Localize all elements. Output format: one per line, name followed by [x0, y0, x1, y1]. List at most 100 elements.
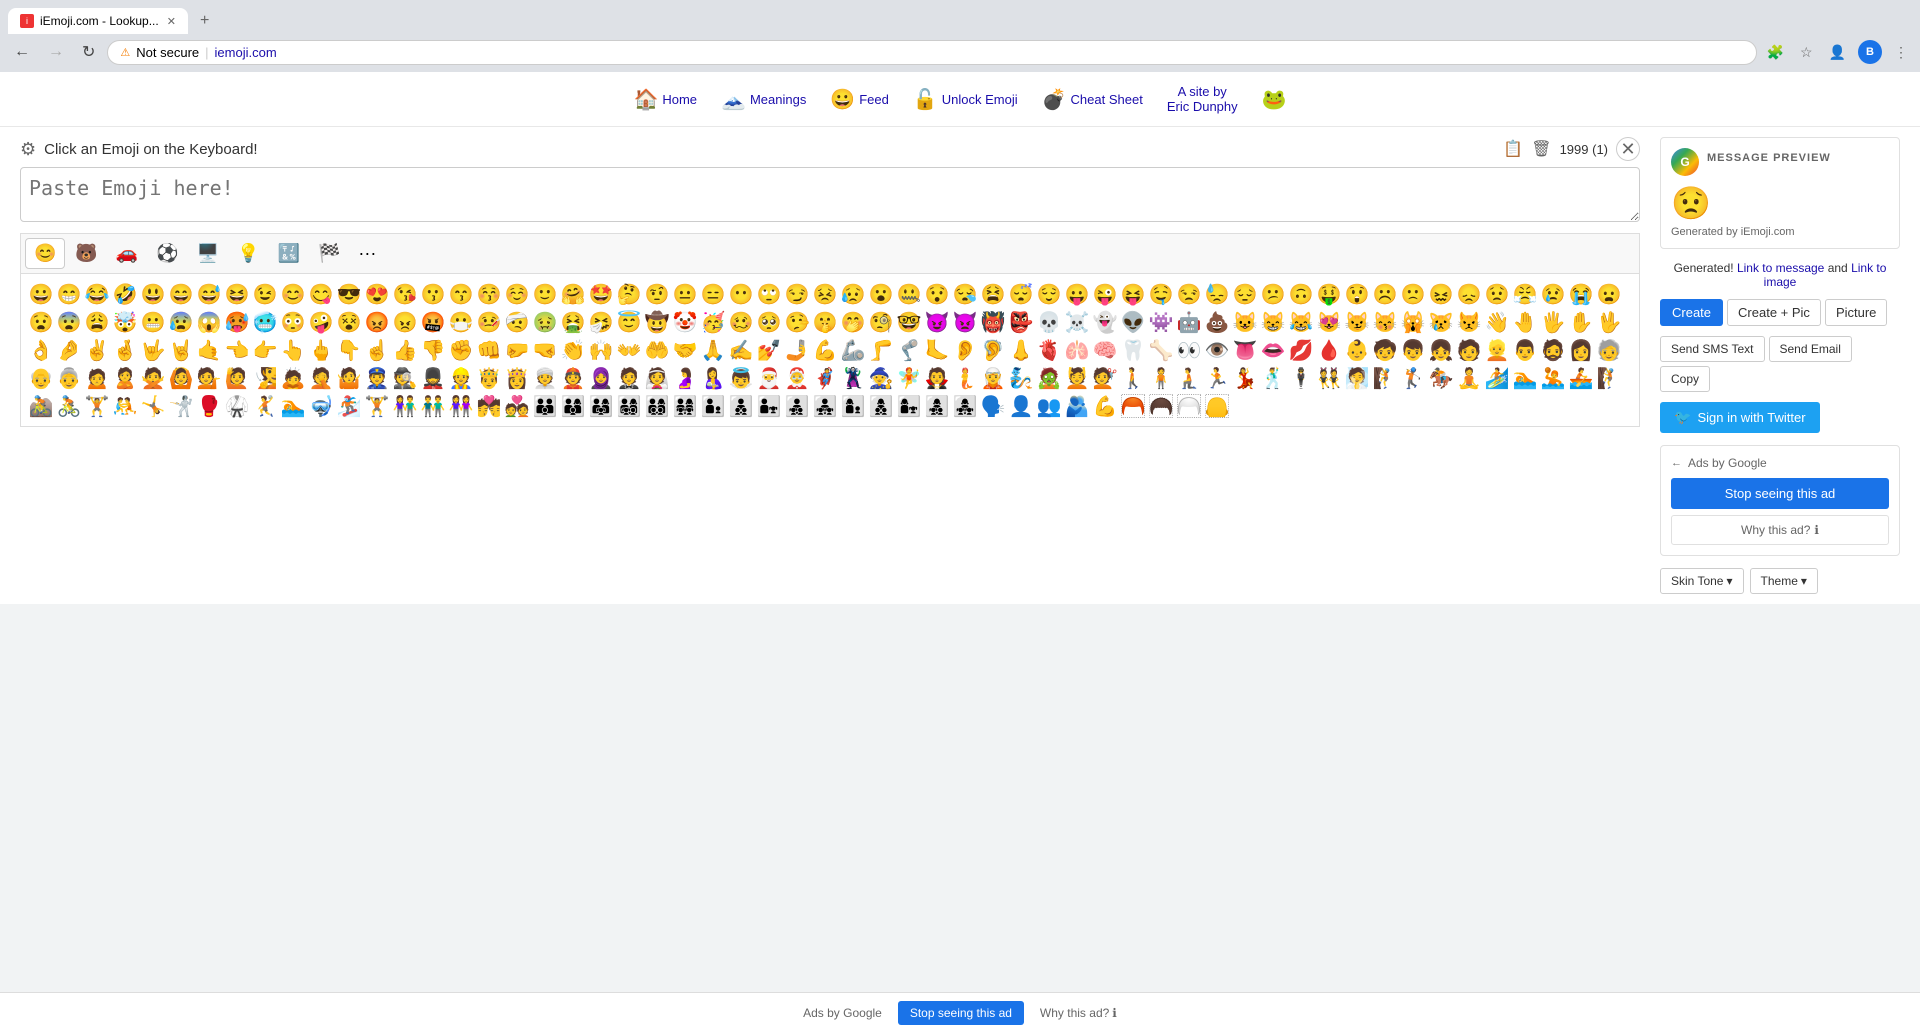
- emoji-cell[interactable]: 🤛: [503, 336, 531, 364]
- emoji-cell[interactable]: 👅: [1231, 336, 1259, 364]
- emoji-cell[interactable]: 🧜: [951, 364, 979, 392]
- emoji-cell[interactable]: 🙄: [755, 280, 783, 308]
- emoji-cell[interactable]: 👐: [615, 336, 643, 364]
- emoji-cell[interactable]: 🤮: [559, 308, 587, 336]
- emoji-cell[interactable]: 🗣️: [979, 392, 1007, 420]
- emoji-cell[interactable]: 👩‍👦‍👦: [867, 392, 895, 420]
- emoji-cell[interactable]: 😩: [83, 308, 111, 336]
- emoji-cell[interactable]: 👨‍👩‍👧: [587, 392, 615, 420]
- emoji-cell[interactable]: 🚴: [55, 392, 83, 420]
- emoji-cell[interactable]: 👩‍👧: [895, 392, 923, 420]
- emoji-cell[interactable]: 🤾: [251, 392, 279, 420]
- emoji-cell[interactable]: 👳: [531, 364, 559, 392]
- emoji-cell[interactable]: 🥳: [699, 308, 727, 336]
- emoji-cell[interactable]: 🧖: [1343, 364, 1371, 392]
- emoji-cell[interactable]: 🧞: [1007, 364, 1035, 392]
- emoji-cell[interactable]: 😚: [475, 280, 503, 308]
- emoji-cell[interactable]: 🙃: [1287, 280, 1315, 308]
- emoji-cell[interactable]: 🦵: [867, 336, 895, 364]
- close-editor-button[interactable]: ✕: [1616, 137, 1640, 161]
- emoji-cell[interactable]: 🤟: [139, 336, 167, 364]
- emoji-cell[interactable]: 😘: [391, 280, 419, 308]
- emoji-cell[interactable]: 🦾: [839, 336, 867, 364]
- nav-meanings[interactable]: 🗻 Meanings: [721, 87, 806, 112]
- emoji-cell[interactable]: 😣: [811, 280, 839, 308]
- emoji-cell[interactable]: 👨‍👩‍👧‍👦: [615, 392, 643, 420]
- emoji-cell[interactable]: 💁: [195, 364, 223, 392]
- emoji-cell[interactable]: 😋: [307, 280, 335, 308]
- emoji-cell[interactable]: 🤥: [783, 308, 811, 336]
- emoji-cell[interactable]: 🤫: [811, 308, 839, 336]
- cat-tab-nature[interactable]: 🐻: [67, 239, 105, 268]
- emoji-cell[interactable]: 🤔: [615, 280, 643, 308]
- emoji-cell[interactable]: 😉: [251, 280, 279, 308]
- emoji-cell[interactable]: 🩸: [1315, 336, 1343, 364]
- emoji-cell[interactable]: 🙀: [1399, 308, 1427, 336]
- emoji-cell[interactable]: 🕵️: [391, 364, 419, 392]
- emoji-cell[interactable]: 🏊: [1511, 364, 1539, 392]
- emoji-cell[interactable]: 💂: [419, 364, 447, 392]
- emoji-cell[interactable]: 👨: [1511, 336, 1539, 364]
- emoji-cell[interactable]: 🤗: [559, 280, 587, 308]
- emoji-cell[interactable]: 😾: [1455, 308, 1483, 336]
- cat-tab-more[interactable]: ···: [350, 239, 384, 268]
- emoji-cell[interactable]: 😧: [27, 308, 55, 336]
- emoji-cell[interactable]: 🤨: [643, 280, 671, 308]
- emoji-cell[interactable]: 💪: [1091, 392, 1119, 420]
- emoji-cell[interactable]: 😶: [727, 280, 755, 308]
- emoji-cell[interactable]: 😱: [195, 308, 223, 336]
- emoji-cell[interactable]: 🤿: [307, 392, 335, 420]
- copy-small-button[interactable]: 📋: [1503, 139, 1523, 159]
- browser-tab[interactable]: i iEmoji.com - Lookup... ✕: [8, 8, 188, 34]
- emoji-cell[interactable]: 🤱: [699, 364, 727, 392]
- emoji-cell[interactable]: 🤖: [1175, 308, 1203, 336]
- emoji-cell[interactable]: 🤓: [895, 308, 923, 336]
- emoji-cell[interactable]: 🙂: [531, 280, 559, 308]
- emoji-cell[interactable]: 🦹: [839, 364, 867, 392]
- emoji-cell[interactable]: 🧟: [1035, 364, 1063, 392]
- nav-cheat-sheet[interactable]: 💣 Cheat Sheet: [1042, 87, 1143, 112]
- emoji-cell[interactable]: 👲: [559, 364, 587, 392]
- emoji-cell[interactable]: 👼: [727, 364, 755, 392]
- emoji-cell[interactable]: 🙁: [1399, 280, 1427, 308]
- send-email-button[interactable]: Send Email: [1769, 336, 1852, 362]
- cat-tab-people[interactable]: 😊: [25, 238, 65, 269]
- emoji-cell[interactable]: 😟: [1483, 280, 1511, 308]
- emoji-cell[interactable]: 🧒: [1371, 336, 1399, 364]
- emoji-cell[interactable]: 🫂: [1063, 392, 1091, 420]
- emoji-cell[interactable]: 💋: [1287, 336, 1315, 364]
- emoji-cell[interactable]: 👬: [419, 392, 447, 420]
- emoji-cell[interactable]: 😍: [363, 280, 391, 308]
- emoji-cell[interactable]: 😽: [1371, 308, 1399, 336]
- emoji-cell[interactable]: 🙋: [223, 364, 251, 392]
- new-tab-button[interactable]: +: [192, 8, 217, 34]
- emoji-cell[interactable]: 🤰: [671, 364, 699, 392]
- emoji-cell[interactable]: 😯: [923, 280, 951, 308]
- emoji-cell[interactable]: 👺: [1007, 308, 1035, 336]
- emoji-input[interactable]: [20, 167, 1640, 222]
- emoji-cell[interactable]: ☹️: [1371, 280, 1399, 308]
- emoji-cell[interactable]: 🧝: [979, 364, 1007, 392]
- send-sms-button[interactable]: Send SMS Text: [1660, 336, 1765, 362]
- emoji-cell[interactable]: 🤼: [111, 392, 139, 420]
- emoji-cell[interactable]: 😺: [1231, 308, 1259, 336]
- emoji-cell[interactable]: 🦿: [895, 336, 923, 364]
- emoji-cell[interactable]: 🥺: [755, 308, 783, 336]
- emoji-cell[interactable]: 🖐️: [1539, 308, 1567, 336]
- emoji-cell[interactable]: 👨‍👧‍👦: [783, 392, 811, 420]
- emoji-cell[interactable]: 🧚: [895, 364, 923, 392]
- emoji-cell[interactable]: 🕺: [1259, 364, 1287, 392]
- emoji-cell[interactable]: 😢: [1539, 280, 1567, 308]
- emoji-cell[interactable]: 🤶: [783, 364, 811, 392]
- emoji-cell[interactable]: 😏: [783, 280, 811, 308]
- emoji-cell[interactable]: 😓: [1203, 280, 1231, 308]
- emoji-cell[interactable]: 👰: [643, 364, 671, 392]
- bottom-why-ad-button[interactable]: Why this ad? ℹ: [1040, 1006, 1117, 1020]
- emoji-cell[interactable]: 🤐: [895, 280, 923, 308]
- create-button[interactable]: Create: [1660, 299, 1723, 326]
- create-plus-pic-button[interactable]: Create + Pic: [1727, 299, 1821, 326]
- emoji-cell[interactable]: 👄: [1259, 336, 1287, 364]
- emoji-cell[interactable]: 👩‍👦: [839, 392, 867, 420]
- emoji-cell[interactable]: 😖: [1427, 280, 1455, 308]
- copy-button[interactable]: Copy: [1660, 366, 1710, 392]
